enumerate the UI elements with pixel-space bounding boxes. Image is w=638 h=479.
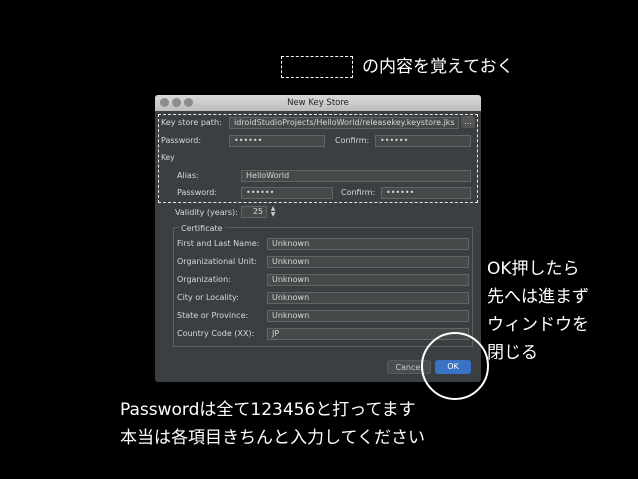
alias-input[interactable]: HelloWorld (241, 170, 471, 182)
side-note-line: ウィンドウを (487, 315, 589, 335)
side-note-line: 閉じる (487, 343, 538, 363)
side-note-line: 先へは進まず (487, 287, 589, 307)
side-note: OK押したら 先へは進まず ウィンドウを 閉じる (487, 255, 589, 367)
validity-stepper-icon[interactable]: ▲ ▼ (269, 206, 277, 218)
cert-label-organizational-unit: Organizational Unit: (177, 257, 257, 266)
key-store-path-input[interactable]: idroidStudioProjects/HelloWorld/releasek… (229, 117, 459, 129)
cert-label-city-locality: City or Locality: (177, 293, 239, 302)
cert-label-organization: Organization: (177, 275, 231, 284)
cert-label-first-last-name: First and Last Name: (177, 239, 260, 248)
cert-input-first-last-name[interactable]: Unknown (267, 238, 469, 250)
validity-label: Validity (years): (175, 208, 238, 217)
confirm-input[interactable]: •••••• (375, 135, 471, 147)
side-note-line: OK押したら (487, 259, 580, 279)
cert-label-state-province: State or Province: (177, 311, 249, 320)
browse-button[interactable]: ... (461, 116, 475, 128)
cert-input-city-locality[interactable]: Unknown (267, 292, 469, 304)
ok-highlight-circle (421, 332, 489, 400)
cert-input-state-province[interactable]: Unknown (267, 310, 469, 322)
confirm-label: Confirm: (335, 136, 370, 145)
alias-label: Alias: (177, 171, 199, 180)
bottom-note-line: 本当は各項目きちんと入力してください (120, 428, 425, 448)
highlight-legend-box (281, 56, 353, 78)
legend-text: の内容を覚えておく (362, 57, 514, 77)
validity-input[interactable]: 25 (241, 206, 267, 218)
cert-input-organization[interactable]: Unknown (267, 274, 469, 286)
new-key-store-dialog: New Key Store Key store path: idroidStud… (155, 95, 481, 382)
bottom-note: Passwordは全て123456と打ってます 本当は各項目きちんと入力してくだ… (120, 396, 425, 452)
key-store-path-label: Key store path: (161, 118, 222, 127)
key-password-input[interactable]: •••••• (241, 187, 333, 199)
title-bar: New Key Store (155, 95, 481, 111)
key-section-label: Key (161, 153, 175, 162)
cert-input-organizational-unit[interactable]: Unknown (267, 256, 469, 268)
password-input[interactable]: •••••• (229, 135, 325, 147)
window-title: New Key Store (287, 98, 349, 108)
key-confirm-label: Confirm: (341, 188, 376, 197)
key-confirm-input[interactable]: •••••• (381, 187, 471, 199)
cert-label-country-code: Country Code (XX): (177, 329, 255, 338)
key-password-label: Password: (177, 188, 218, 197)
password-label: Password: (161, 136, 202, 145)
certificate-label: Certificate (179, 223, 225, 235)
bottom-note-line: Passwordは全て123456と打ってます (120, 400, 416, 420)
